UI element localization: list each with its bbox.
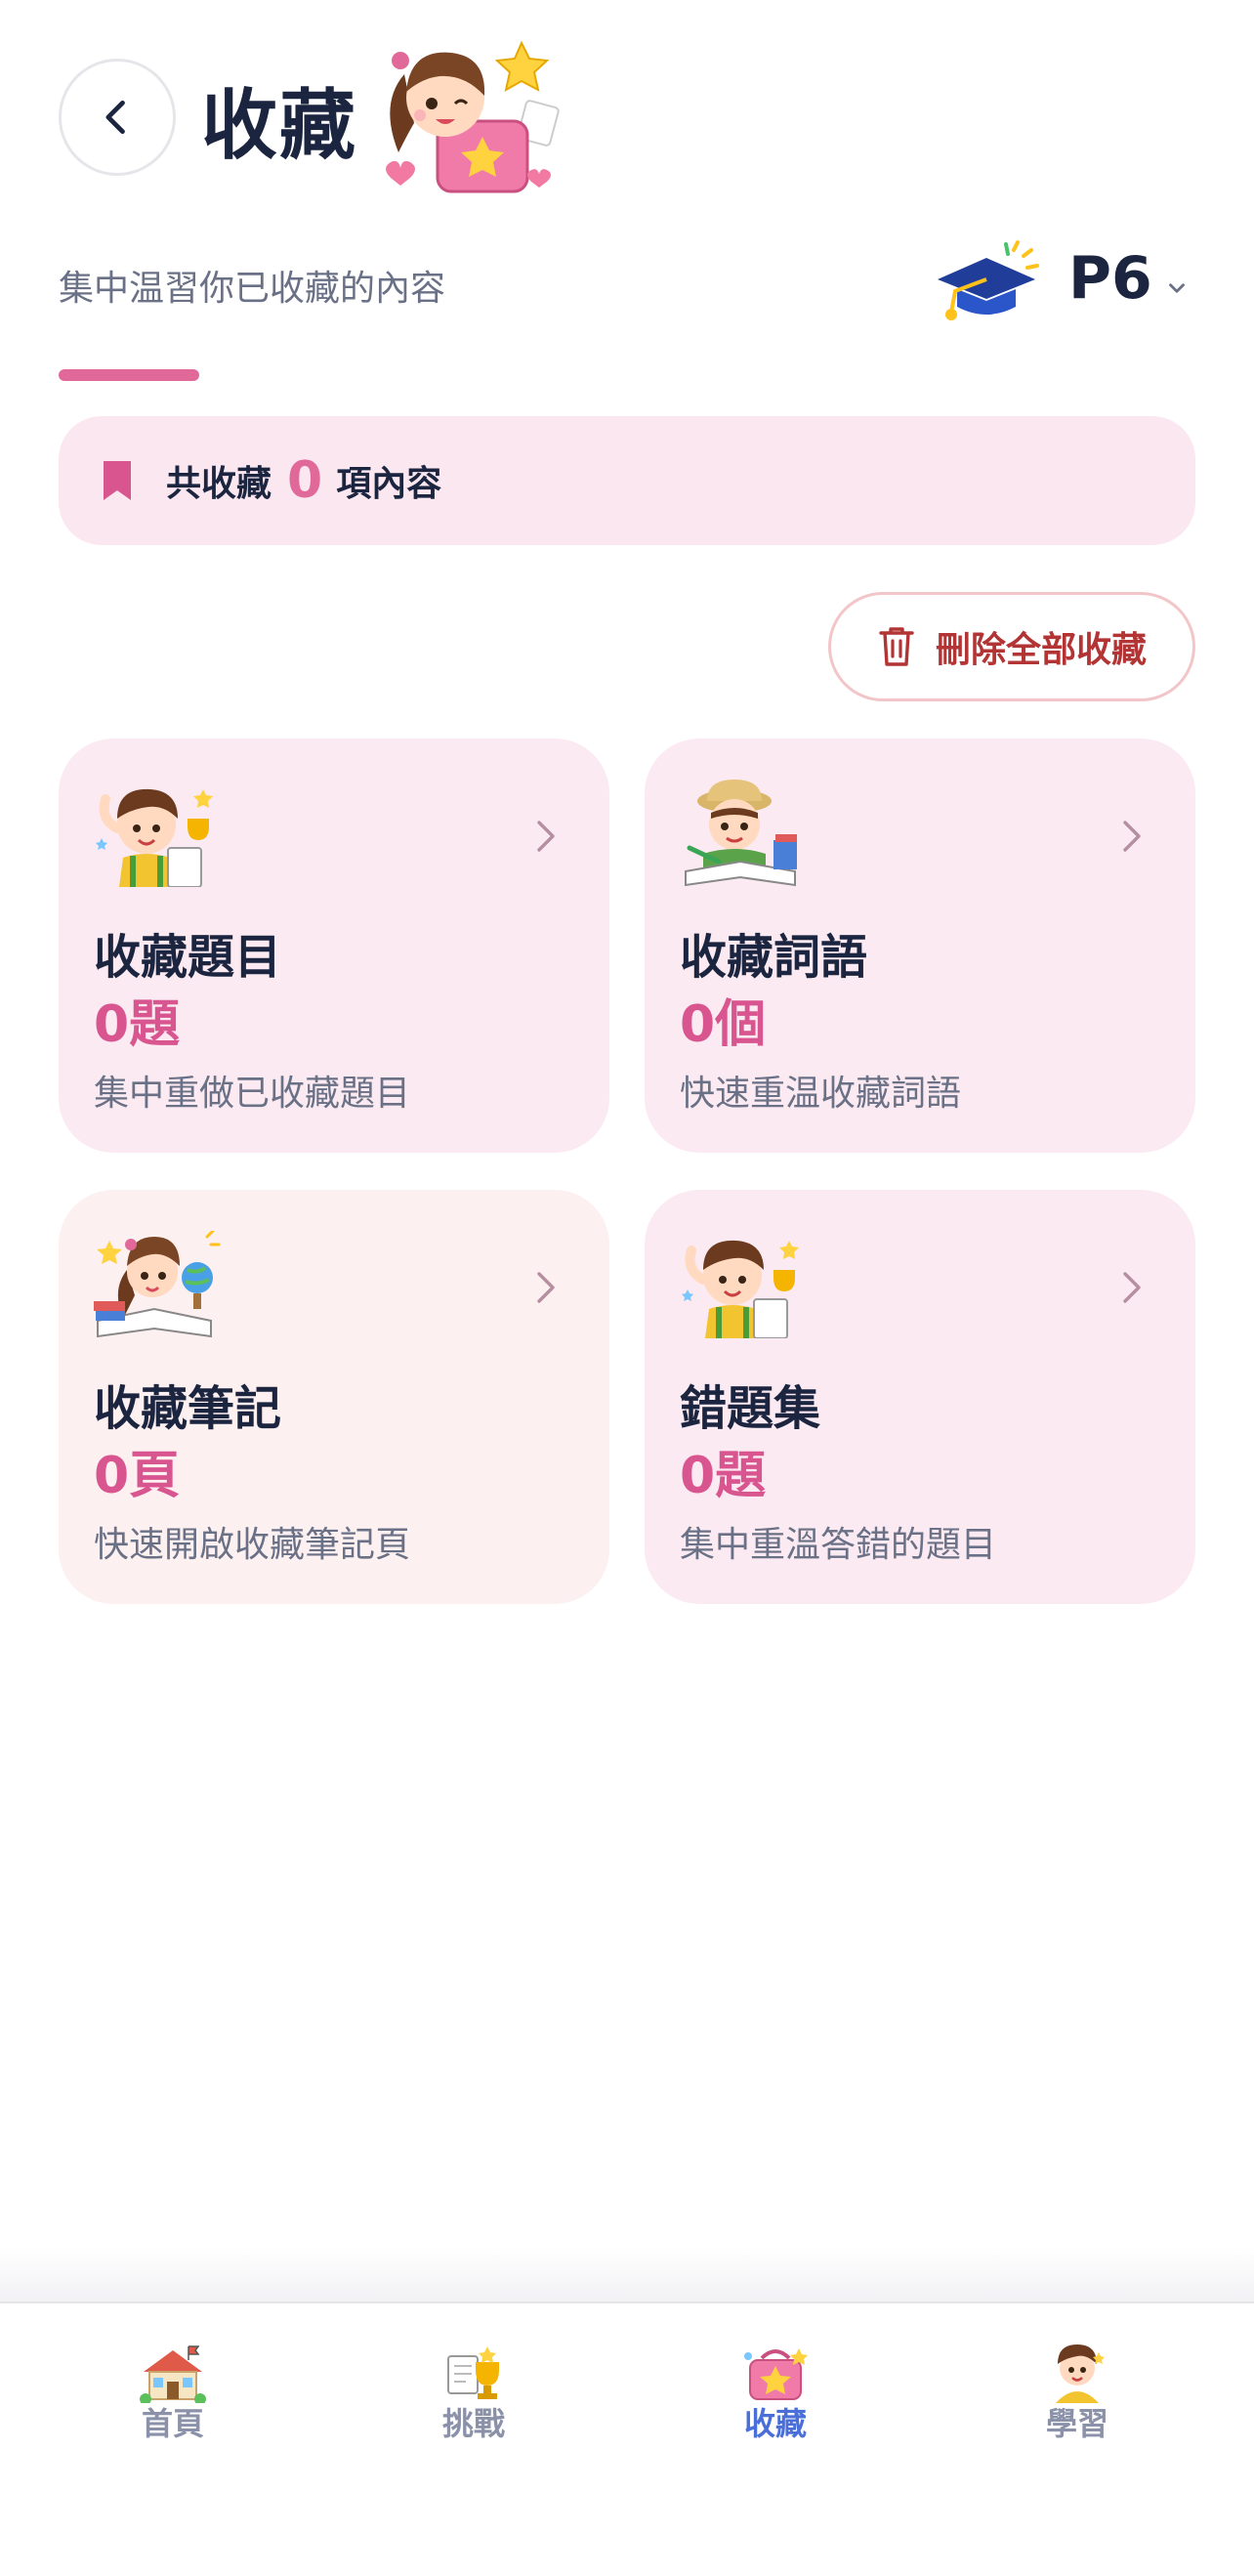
card-wrong-questions[interactable]: 錯題集 0題 集中重溫答錯的題目 [645, 1190, 1195, 1604]
card-title: 收藏題目 [94, 930, 282, 985]
nav-item-challenge[interactable]: 挑戰 [376, 2343, 571, 2450]
page-title: 收藏 [201, 82, 358, 170]
back-button[interactable] [59, 59, 176, 176]
delete-all-label: 刪除全部收藏 [935, 630, 1147, 670]
grade-selector-label[interactable]: P6 [1068, 244, 1152, 313]
trophy-icon [447, 2346, 499, 2399]
bookmark-icon [104, 461, 131, 500]
card-count: 0個 [680, 995, 767, 1054]
card-description: 集中重溫答錯的題目 [680, 1525, 997, 1565]
card-description: 快速重温收藏詞語 [680, 1074, 962, 1114]
nav-item-learn[interactable]: 學習 [980, 2343, 1175, 2450]
girl-study-illustration-icon [94, 1231, 221, 1338]
chevron-right-icon [1123, 1272, 1141, 1303]
card-title: 收藏詞語 [680, 930, 868, 985]
bottom-nav-shadow [0, 2247, 1254, 2302]
nav-item-favorites[interactable]: 收藏 [678, 2343, 873, 2450]
summary-count: 0 [287, 451, 323, 510]
boy-reading-illustration-icon [685, 780, 797, 887]
card-description: 集中重做已收藏題目 [94, 1074, 411, 1114]
chevron-left-icon [105, 100, 125, 135]
chevron-right-icon [537, 821, 555, 852]
bookmark-box-icon [744, 2348, 808, 2400]
favorites-page: 收藏 集中温習你已收藏的內容 P6 共收藏 0 項內容 刪除全部收藏 收藏題目 … [0, 0, 1254, 2576]
student-icon [1056, 2344, 1105, 2403]
girl-mascot-icon [386, 40, 560, 193]
summary-suffix: 項內容 [336, 464, 442, 504]
card-count: 0頁 [94, 1447, 181, 1505]
card-saved-words[interactable]: 收藏詞語 0個 快速重温收藏詞語 [645, 739, 1195, 1153]
chevron-right-icon [537, 1272, 555, 1303]
trash-icon [879, 627, 914, 666]
chevron-right-icon [1123, 821, 1141, 852]
house-icon [140, 2345, 206, 2403]
summary-banner: 共收藏 0 項內容 [59, 416, 1195, 545]
nav-label: 首頁 [141, 2405, 204, 2442]
nav-label: 挑戰 [441, 2405, 505, 2442]
nav-label: 收藏 [743, 2405, 807, 2442]
graduation-cap-icon[interactable] [930, 240, 1039, 322]
boy-trophy-illustration-icon [96, 788, 213, 887]
card-title: 錯題集 [680, 1381, 821, 1436]
card-count: 0題 [94, 995, 181, 1054]
card-saved-notes[interactable]: 收藏筆記 0頁 快速開啟收藏筆記頁 [59, 1190, 609, 1604]
nav-label: 學習 [1045, 2405, 1108, 2442]
page-subtitle: 集中温習你已收藏的內容 [59, 269, 446, 309]
card-count: 0題 [680, 1447, 767, 1505]
bottom-nav: 首頁 挑戰 收藏 學習 [0, 2302, 1254, 2576]
chevron-down-icon[interactable] [1164, 275, 1190, 301]
card-saved-questions[interactable]: 收藏題目 0題 集中重做已收藏題目 [59, 739, 609, 1153]
tab-indicator [59, 369, 199, 381]
nav-item-home[interactable]: 首頁 [75, 2343, 271, 2450]
summary-prefix: 共收藏 [166, 464, 272, 504]
card-description: 快速開啟收藏筆記頁 [94, 1525, 411, 1565]
boy-trophy-illustration-icon [682, 1240, 799, 1338]
delete-all-button[interactable]: 刪除全部收藏 [828, 592, 1195, 701]
card-title: 收藏筆記 [94, 1381, 282, 1436]
